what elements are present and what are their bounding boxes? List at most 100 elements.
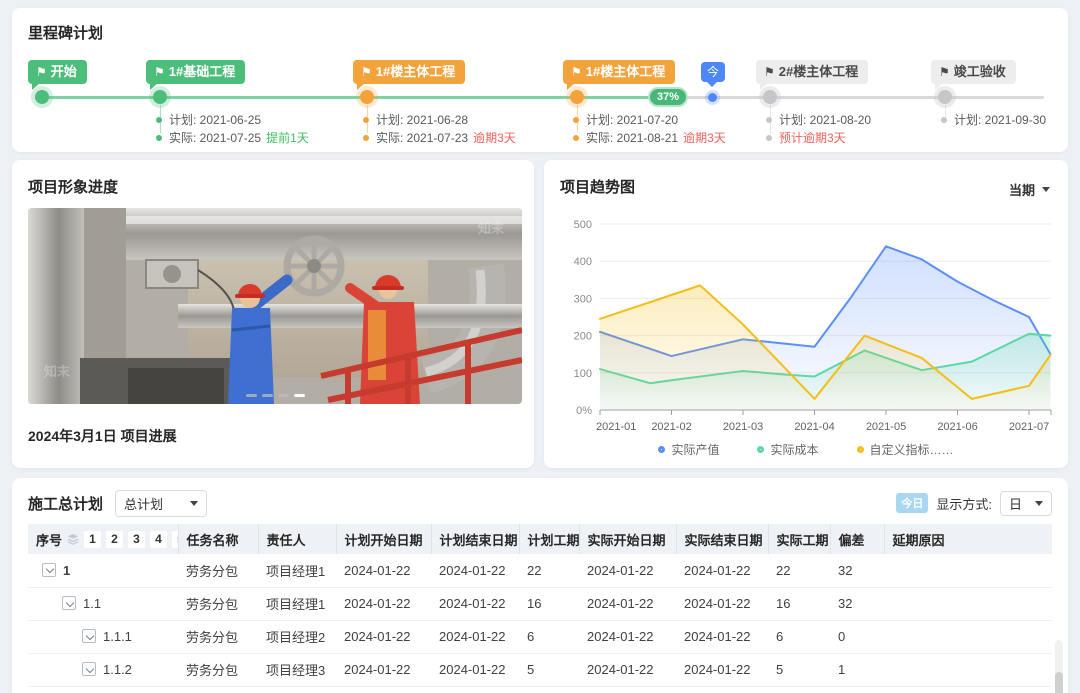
delay-reason-cell: [884, 587, 1052, 620]
display-mode-select[interactable]: 日: [1000, 491, 1052, 516]
svg-text:2021-03: 2021-03: [723, 421, 763, 433]
carousel-dot[interactable]: [278, 394, 289, 397]
delay-reason-cell: [884, 620, 1052, 653]
photo-caption: 2024年3月1日 项目进展: [28, 426, 177, 446]
bullet-icon: [363, 135, 369, 141]
level-filter-1[interactable]: 1: [84, 531, 101, 548]
svg-text:200: 200: [574, 331, 592, 343]
svg-text:2021-05: 2021-05: [866, 421, 906, 433]
legend-item[interactable]: 自定义指标……: [857, 441, 954, 458]
legend-label: 实际成本: [770, 441, 818, 458]
bullet-icon: [573, 117, 579, 123]
milestone-tag: ⚑ 1#楼主体工程: [563, 60, 675, 84]
bullet-icon: [941, 117, 947, 123]
expand-toggle-icon[interactable]: [62, 596, 76, 610]
today-badge[interactable]: 今日: [896, 493, 928, 513]
task-id: 1.1.2: [103, 662, 132, 677]
watermark: 知末: [44, 361, 70, 380]
milestone-label: 2#楼主体工程: [779, 64, 858, 79]
svg-text:2021-07: 2021-07: [1009, 421, 1049, 433]
col-header-plan-start: 计划开始日期: [336, 524, 431, 554]
period-select[interactable]: 当期: [1009, 180, 1050, 199]
flag-icon: ⚑: [571, 65, 582, 79]
bullet-icon: [573, 135, 579, 141]
plan-days-cell: 5: [519, 653, 579, 686]
col-header-seq: 序号 1 2 3 4 5: [28, 524, 178, 554]
chevron-down-icon: [1042, 187, 1050, 192]
milestone-dates: 计划: 2021-08-20 预计逾期3天: [766, 111, 871, 147]
status-text: 预计逾期3天: [779, 131, 846, 145]
milestone-label: 1#楼主体工程: [376, 64, 455, 79]
valve-wheel: [287, 239, 341, 293]
deviation-cell: 0: [830, 620, 884, 653]
legend-item[interactable]: 实际产值: [658, 441, 719, 458]
flag-icon: ⚑: [939, 65, 950, 79]
plan-type-select[interactable]: 总计划: [115, 490, 207, 517]
photo-card-title: 项目形象进度: [28, 176, 118, 197]
plan-start-cell: 2024-01-22: [336, 587, 431, 620]
bullet-icon: [156, 117, 162, 123]
level-filter-5[interactable]: 5: [172, 531, 178, 548]
project-progress-card: 项目形象进度: [12, 160, 534, 468]
plan-end-cell: 2024-01-22: [431, 653, 519, 686]
display-mode-label: 显示方式:: [936, 494, 992, 513]
chevron-down-icon: [190, 501, 198, 506]
milestone-node: [153, 90, 167, 104]
plan-days-cell: 16: [519, 587, 579, 620]
flag-icon: ⚑: [36, 65, 47, 79]
carousel-dot[interactable]: [246, 394, 257, 397]
status-text: 逾期3天: [473, 131, 516, 145]
milestone-timeline: ⚑开始 ⚑1#基础工程 计划: 2021-06-25 实际: 2021-07-2…: [12, 8, 1068, 152]
project-photo[interactable]: 知末 知末: [28, 208, 522, 404]
plan-table: 序号 1 2 3 4 5 任务名称 责任人 计划开: [28, 524, 1052, 687]
carousel-dots: [28, 394, 522, 397]
display-mode-select-value: 日: [1009, 494, 1022, 513]
col-header-task: 任务名称: [178, 524, 258, 554]
expand-toggle-icon[interactable]: [42, 563, 56, 577]
milestone-tag: ⚑1#基础工程: [146, 60, 245, 84]
vertical-scrollbar[interactable]: [1055, 640, 1063, 693]
trend-chart: 0%1002003004005002021-012021-022021-0320…: [558, 210, 1058, 442]
milestone-label: 开始: [51, 64, 77, 79]
col-header-plan-end: 计划结束日期: [431, 524, 519, 554]
plan-date: 计划: 2021-09-30: [954, 113, 1046, 127]
milestone-dates: 计划: 2021-06-28 实际: 2021-07-23逾期3天: [363, 111, 516, 147]
expand-toggle-icon[interactable]: [82, 662, 96, 676]
today-marker-dot: [708, 93, 717, 102]
svg-text:0%: 0%: [576, 405, 592, 417]
scrollbar-thumb[interactable]: [1055, 672, 1063, 693]
pipes: [118, 208, 522, 260]
svg-text:2021-06: 2021-06: [937, 421, 977, 433]
actual-date: 实际: 2021-08-21: [586, 131, 678, 145]
col-header-plan-days: 计划工期: [519, 524, 579, 554]
carousel-dot[interactable]: [262, 394, 273, 397]
plan-end-cell: 2024-01-22: [431, 554, 519, 587]
plan-days-cell: 22: [519, 554, 579, 587]
svg-text:300: 300: [574, 293, 592, 305]
col-header-label: 序号: [36, 530, 62, 549]
layers-icon: [67, 533, 79, 545]
plan-date: 计划: 2021-08-20: [779, 113, 871, 127]
svg-text:2021-04: 2021-04: [794, 421, 834, 433]
svg-text:400: 400: [574, 256, 592, 268]
carousel-dot-active[interactable]: [294, 394, 305, 397]
legend-label: 自定义指标……: [870, 441, 954, 458]
milestone-label: 1#楼主体工程: [586, 64, 665, 79]
task-cell: 劳务分包: [178, 587, 258, 620]
actual-end-cell: 2024-01-22: [676, 653, 768, 686]
legend-marker-icon: [658, 446, 665, 453]
task-cell: 劳务分包: [178, 554, 258, 587]
legend-item[interactable]: 实际成本: [757, 441, 818, 458]
task-id: 1: [63, 563, 70, 578]
svg-text:2021-01: 2021-01: [596, 421, 636, 433]
expand-toggle-icon[interactable]: [82, 629, 96, 643]
level-filter-4[interactable]: 4: [150, 531, 167, 548]
col-header-actual-start: 实际开始日期: [579, 524, 676, 554]
bullet-icon: [363, 117, 369, 123]
plan-type-select-value: 总计划: [124, 494, 163, 513]
col-header-deviation: 偏差: [830, 524, 884, 554]
task-cell: 劳务分包: [178, 653, 258, 686]
level-filter-2[interactable]: 2: [106, 531, 123, 548]
level-filter-3[interactable]: 3: [128, 531, 145, 548]
milestone-node: [763, 90, 777, 104]
